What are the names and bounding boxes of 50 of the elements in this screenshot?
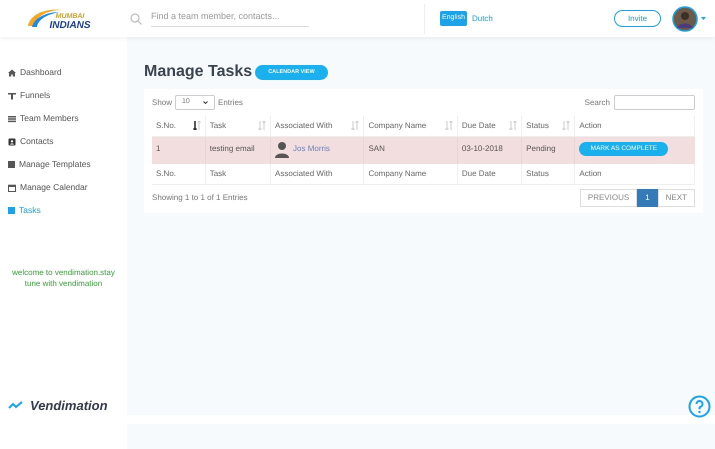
column-footer: Status — [522, 164, 575, 184]
note-icon — [8, 207, 15, 214]
sidebar-item[interactable]: Team Members — [0, 107, 127, 130]
sidebar-item[interactable]: Manage Calendar — [0, 176, 127, 199]
sidebar-item[interactable]: Funnels — [0, 84, 127, 107]
column-footer: Associated With — [270, 164, 364, 184]
person-icon — [275, 140, 290, 158]
column-footer: Due Date — [457, 164, 522, 184]
help-icon[interactable] — [688, 395, 711, 418]
column-header[interactable]: Due Date — [457, 116, 522, 136]
note-icon — [8, 161, 15, 168]
list-icon — [8, 114, 16, 122]
column-header[interactable]: Associated With — [270, 116, 364, 136]
column-header[interactable]: Status — [522, 116, 575, 136]
column-footer: S.No. — [152, 164, 206, 184]
sidebar-item[interactable]: Dashboard — [0, 61, 127, 84]
trend-icon — [8, 400, 23, 410]
pagination-button[interactable]: 1 — [637, 188, 658, 206]
column-header[interactable]: Company Name — [364, 116, 458, 136]
table-cell: 1 — [152, 136, 206, 164]
column-header[interactable]: S.No. — [152, 116, 206, 136]
table-cell: 03-10-2018 — [457, 136, 522, 164]
table-search-field[interactable] — [614, 95, 695, 110]
chevron-icon — [203, 101, 208, 104]
search-label: Search — [584, 96, 610, 108]
column-header[interactable]: Task — [205, 116, 271, 136]
contact-link[interactable]: Jos Morris — [293, 143, 330, 155]
show-label: Show — [152, 96, 172, 108]
sidebar-item[interactable]: Manage Templates — [0, 153, 127, 176]
caret-icon[interactable] — [701, 17, 706, 20]
column-footer: Action — [574, 164, 694, 184]
sort-icon[interactable] — [192, 121, 201, 130]
search-icon — [130, 12, 142, 24]
contact-card-icon — [8, 138, 16, 146]
table-cell: SAN — [364, 136, 458, 164]
page-title: Manage Tasks — [144, 62, 252, 82]
brand-name: Vendimation — [30, 396, 108, 414]
column-footer: Task — [205, 164, 271, 184]
pagination-button[interactable]: PREVIOUS — [580, 188, 638, 206]
column-header[interactable]: Action — [574, 116, 694, 136]
entries-label: Entries — [218, 96, 243, 108]
home-icon — [8, 68, 16, 76]
welcome-message: welcome to vendimation.stay tune with vendimation — [11, 267, 116, 289]
pagination-button[interactable]: NEXT — [658, 188, 695, 206]
calendar-icon — [8, 184, 16, 192]
search-field[interactable]: Find a team member, contacts... — [151, 10, 309, 27]
filter-icon — [8, 92, 16, 100]
sidebar-item[interactable]: Contacts — [0, 130, 127, 153]
entries-info: Showing 1 to 1 of 1 Entries — [152, 192, 248, 204]
column-footer: Company Name — [364, 164, 458, 184]
